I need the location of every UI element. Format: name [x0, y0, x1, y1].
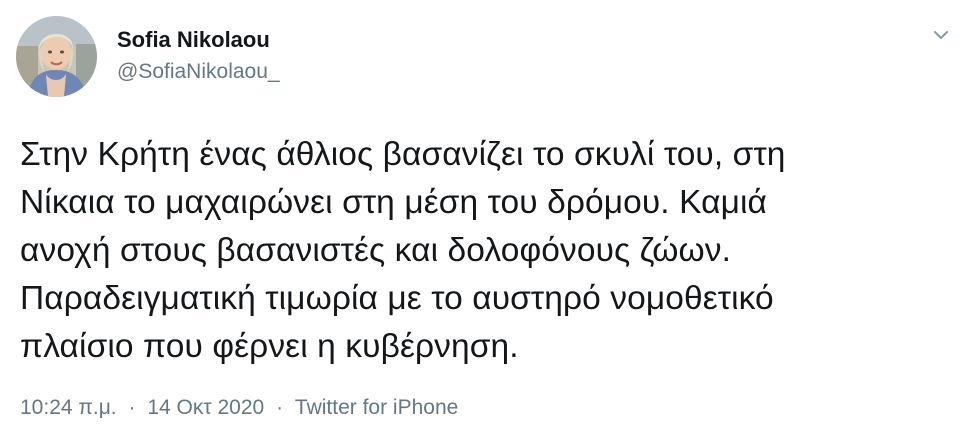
author-avatar[interactable] [16, 16, 97, 97]
tweet-menu-button[interactable] [928, 22, 954, 48]
author-handle[interactable]: @SofiaNikolaou_ [117, 60, 280, 84]
tweet-card: Sofia Nikolaou @SofiaNikolaou_ Στην Κρήτ… [0, 0, 967, 431]
meta-separator: · [128, 396, 136, 419]
tweet-time[interactable]: 10:24 π.μ. [20, 396, 117, 419]
author-display-name[interactable]: Sofia Nikolaou [117, 27, 270, 53]
meta-separator: · [276, 396, 284, 419]
profile-photo-icon [16, 16, 97, 97]
tweet-date[interactable]: 14 Οκτ 2020 [147, 396, 264, 419]
tweet-text: Στην Κρήτη ένας άθλιος βασανίζει το σκυλ… [20, 136, 786, 365]
tweet-source[interactable]: Twitter for iPhone [295, 396, 458, 419]
chevron-down-icon [934, 31, 948, 39]
tweet-metadata: 10:24 π.μ. · 14 Οκτ 2020 · Twitter for i… [20, 396, 458, 420]
